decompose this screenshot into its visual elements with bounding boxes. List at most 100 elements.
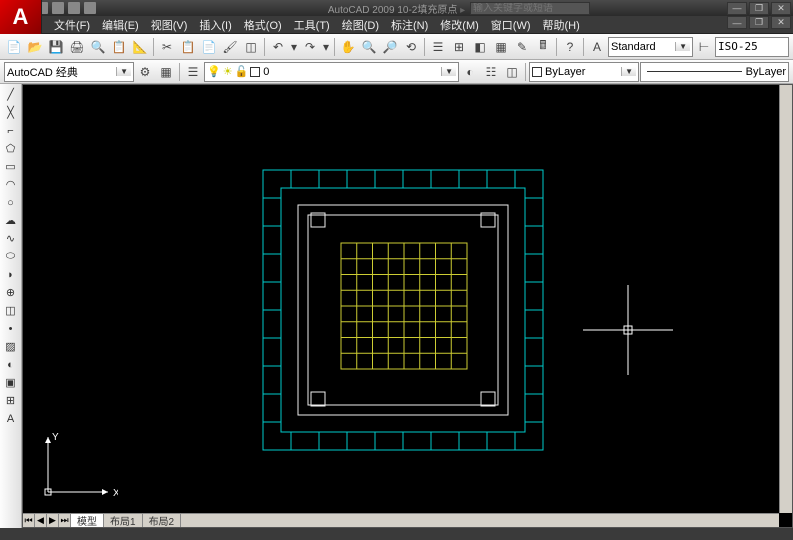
linetype-combo[interactable]: ByLayer: [640, 62, 789, 82]
ellipse-button[interactable]: ⬭: [2, 248, 20, 265]
tab-model[interactable]: 模型: [71, 514, 104, 528]
polygon-button[interactable]: ⬠: [2, 140, 20, 157]
gradient-button[interactable]: ◐: [2, 356, 20, 373]
insert-button[interactable]: ⊕: [2, 284, 20, 301]
print-icon[interactable]: [84, 2, 96, 14]
hatch-button[interactable]: ▨: [2, 338, 20, 355]
ucs-icon: X Y: [38, 432, 118, 502]
chevron-down-icon[interactable]: ▼: [675, 42, 690, 51]
rectangle-button[interactable]: ▭: [2, 158, 20, 175]
redo-dropdown[interactable]: ▾: [321, 37, 331, 57]
tab-layout2[interactable]: 布局2: [143, 514, 182, 528]
save-button[interactable]: 💾: [46, 37, 66, 57]
line-button[interactable]: ╱: [2, 86, 20, 103]
maximize-button[interactable]: ❐: [749, 2, 769, 15]
tab-first-button[interactable]: ⏮: [23, 514, 35, 528]
plot-button[interactable]: 📐: [130, 37, 150, 57]
svg-text:Y: Y: [52, 432, 59, 443]
layer-prev-button[interactable]: ◐: [460, 62, 480, 82]
new-button[interactable]: 📄: [4, 37, 24, 57]
xline-button[interactable]: ╳: [2, 104, 20, 121]
zoom-rt-button[interactable]: 🔍: [359, 37, 379, 57]
tab-layout1[interactable]: 布局1: [104, 514, 143, 528]
toolpal-button[interactable]: ◧: [470, 37, 490, 57]
mtext-button[interactable]: A: [2, 410, 20, 427]
help-button[interactable]: ?: [560, 37, 580, 57]
layer-props-button[interactable]: ☰: [183, 62, 203, 82]
menu-draw[interactable]: 绘图(D): [336, 15, 385, 35]
dimstyle-button[interactable]: ⊢: [694, 37, 714, 57]
redo-icon[interactable]: [68, 2, 80, 14]
tab-last-button[interactable]: ⏭: [59, 514, 71, 528]
doc-restore-button[interactable]: ❐: [749, 16, 769, 29]
paste-button[interactable]: 📄: [199, 37, 219, 57]
revcloud-button[interactable]: ☁: [2, 212, 20, 229]
arc-button[interactable]: ◠: [2, 176, 20, 193]
match-button[interactable]: 🖌: [220, 37, 240, 57]
calc-button[interactable]: 🖩: [533, 37, 553, 57]
menu-dim[interactable]: 标注(N): [385, 15, 434, 35]
publish-button[interactable]: 📋: [109, 37, 129, 57]
dim-style-combo[interactable]: ISO-25: [715, 37, 789, 57]
text-style-combo[interactable]: Standard ▼: [608, 37, 693, 57]
ellipsearc-button[interactable]: ◗: [2, 266, 20, 283]
svg-text:X: X: [113, 488, 118, 499]
app-logo[interactable]: A: [0, 0, 42, 34]
circle-button[interactable]: ○: [2, 194, 20, 211]
menu-view[interactable]: 视图(V): [145, 15, 194, 35]
dcenter-button[interactable]: ⊞: [449, 37, 469, 57]
open-button[interactable]: 📂: [25, 37, 45, 57]
menu-file[interactable]: 文件(F): [48, 15, 96, 35]
layer-iso-button[interactable]: ◫: [502, 62, 522, 82]
pline-button[interactable]: ⌐: [2, 122, 20, 139]
ws-settings-button[interactable]: ⚙: [135, 62, 155, 82]
workspace-combo[interactable]: AutoCAD 经典 ▼: [4, 62, 134, 82]
zoom-win-button[interactable]: 🔎: [380, 37, 400, 57]
markup-button[interactable]: ✎: [512, 37, 532, 57]
menu-window[interactable]: 窗口(W): [485, 15, 537, 35]
chevron-down-icon[interactable]: ▼: [441, 67, 456, 76]
zoom-prev-button[interactable]: ⟲: [401, 37, 421, 57]
menu-modify[interactable]: 修改(M): [434, 15, 485, 35]
tab-prev-button[interactable]: ◀: [35, 514, 47, 528]
menu-insert[interactable]: 插入(I): [193, 15, 237, 35]
layers-toolbar: AutoCAD 经典 ▼ ⚙ ▦ ☰ 💡 ☀ 🔓 0 ▼ ◐ ☷ ◫ ByLay…: [0, 60, 793, 84]
drawing-canvas[interactable]: X Y ⏮ ◀ ▶ ⏭ 模型 布局1 布局2: [22, 84, 793, 528]
layer-combo[interactable]: 💡 ☀ 🔓 0 ▼: [204, 62, 459, 82]
undo-icon[interactable]: [52, 2, 64, 14]
minimize-button[interactable]: —: [727, 2, 747, 15]
menu-tools[interactable]: 工具(T): [288, 15, 336, 35]
spline-button[interactable]: ∿: [2, 230, 20, 247]
layer-state-button[interactable]: ☷: [481, 62, 501, 82]
ws-toolbar-button[interactable]: ▦: [156, 62, 176, 82]
pan-button[interactable]: ✋: [338, 37, 358, 57]
doc-close-button[interactable]: ✕: [771, 16, 791, 29]
preview-button[interactable]: 🔍: [88, 37, 108, 57]
table-button[interactable]: ⊞: [2, 392, 20, 409]
chevron-down-icon[interactable]: ▼: [621, 67, 636, 76]
menu-help[interactable]: 帮助(H): [537, 15, 586, 35]
sheet-button[interactable]: ▦: [491, 37, 511, 57]
tab-next-button[interactable]: ▶: [47, 514, 59, 528]
doc-minimize-button[interactable]: —: [727, 16, 747, 29]
vertical-scrollbar[interactable]: [779, 85, 792, 513]
search-input[interactable]: [470, 2, 590, 15]
block-button[interactable]: ◫: [2, 302, 20, 319]
props-button[interactable]: ☰: [428, 37, 448, 57]
redo-button[interactable]: ↷: [300, 37, 320, 57]
text-style-value: Standard: [611, 41, 675, 53]
block-button[interactable]: ◫: [241, 37, 261, 57]
close-button[interactable]: ✕: [771, 2, 791, 15]
undo-button[interactable]: ↶: [268, 37, 288, 57]
undo-dropdown[interactable]: ▾: [289, 37, 299, 57]
print-button[interactable]: 🖨: [67, 37, 87, 57]
point-button[interactable]: •: [2, 320, 20, 337]
menu-format[interactable]: 格式(O): [238, 15, 288, 35]
menu-edit[interactable]: 编辑(E): [96, 15, 145, 35]
copy-button[interactable]: 📋: [178, 37, 198, 57]
textstyle-button[interactable]: A: [587, 37, 607, 57]
cut-button[interactable]: ✂: [157, 37, 177, 57]
color-combo[interactable]: ByLayer ▼: [529, 62, 639, 82]
chevron-down-icon[interactable]: ▼: [116, 67, 131, 76]
region-button[interactable]: ▣: [2, 374, 20, 391]
